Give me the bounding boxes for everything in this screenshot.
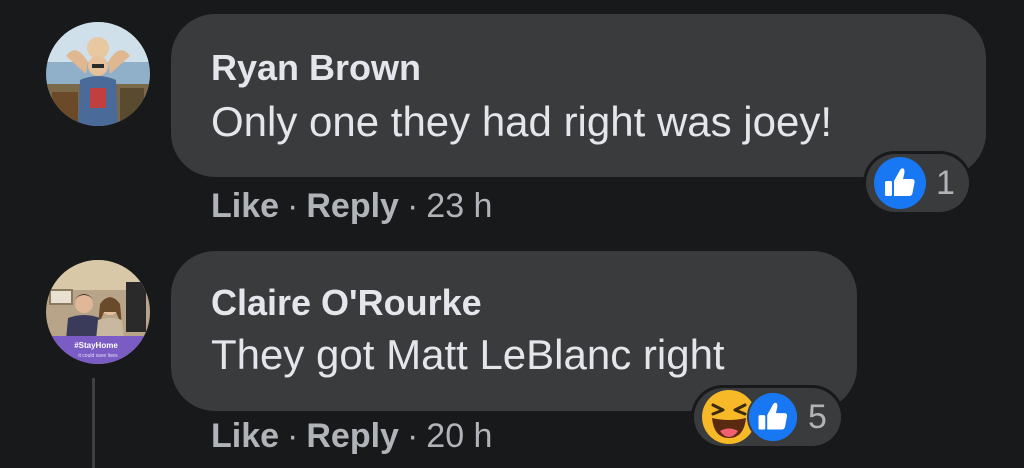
comment-text: Only one they had right was joey! [211, 98, 833, 145]
avatar[interactable]: #StayHome it could save lives [46, 260, 150, 364]
comments-section: Ryan Brown Only one they had right was j… [0, 0, 1024, 468]
separator: · [406, 417, 419, 455]
timestamp[interactable]: 20 h [426, 417, 492, 455]
separator: · [287, 417, 299, 455]
like-button[interactable]: Like [211, 417, 279, 455]
separator: · [287, 187, 299, 225]
separator: · [406, 187, 419, 225]
comment-author[interactable]: Claire O'Rourke [211, 283, 482, 323]
thread-line [92, 378, 95, 468]
comment-text: They got Matt LeBlanc right [211, 331, 725, 378]
comment-actions: Like · Reply · 20 h [211, 416, 492, 456]
avatar[interactable] [46, 22, 150, 126]
like-icon [746, 390, 800, 444]
reply-button[interactable]: Reply [306, 417, 399, 455]
avatar-frame-title: #StayHome [74, 341, 118, 350]
like-icon [874, 157, 926, 209]
comment-author[interactable]: Ryan Brown [211, 48, 421, 88]
comment-bubble[interactable] [171, 14, 986, 177]
reply-button[interactable]: Reply [306, 187, 399, 225]
avatar-photo: #StayHome it could save lives [46, 260, 150, 364]
avatar-photo [46, 22, 150, 126]
timestamp[interactable]: 23 h [426, 187, 492, 225]
avatar-frame-subtitle: it could save lives [78, 353, 118, 359]
like-button[interactable]: Like [211, 187, 279, 225]
reaction-count: 5 [808, 398, 827, 436]
reaction-count: 1 [936, 164, 955, 202]
comment-actions: Like · Reply · 23 h [211, 186, 492, 226]
reaction-summary[interactable]: 1 [866, 154, 969, 212]
reaction-summary[interactable]: 5 [694, 388, 841, 446]
